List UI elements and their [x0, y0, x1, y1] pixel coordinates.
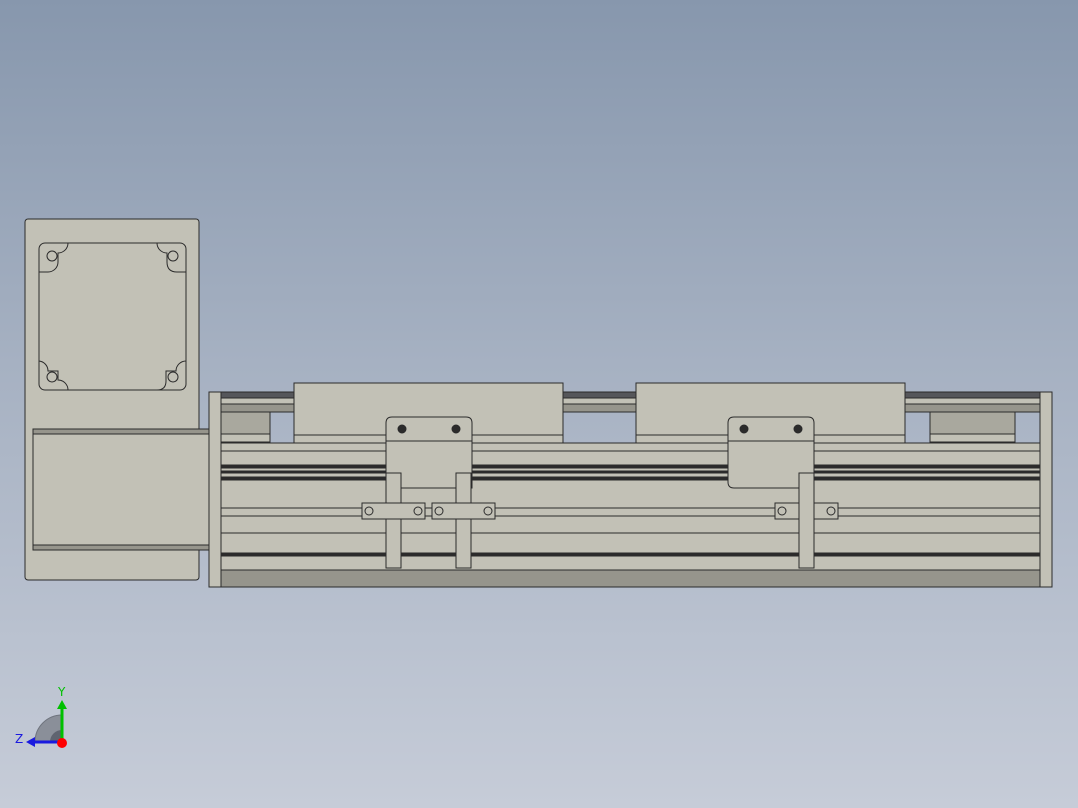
x-axis-dot — [57, 738, 67, 748]
sensor-mount-1-hole-a — [364, 506, 374, 516]
stopper-left-shade — [220, 411, 271, 435]
motor-assembly[interactable] — [24, 218, 212, 581]
model-drawing[interactable] — [0, 0, 1078, 808]
bracket-right-screw-2 — [793, 424, 803, 434]
motor-bolt-hole-bottom-right — [167, 371, 179, 383]
profile-base — [220, 569, 1041, 588]
cad-viewport[interactable]: Y Z — [0, 0, 1078, 808]
bracket-left-screw-2 — [451, 424, 461, 434]
post-2 — [455, 472, 472, 569]
post-3-front — [798, 472, 815, 569]
z-axis-label: Z — [15, 732, 23, 746]
right-end-cap — [1039, 391, 1053, 588]
sensor-mount-3-hole-b — [826, 506, 836, 516]
y-axis-arrow — [57, 700, 67, 709]
motor-face — [38, 242, 187, 391]
profile-groove-3 — [220, 476, 1041, 481]
bracket-left-screw-1 — [397, 424, 407, 434]
motor-bolt-hole-top-right — [167, 250, 179, 262]
coupling-housing-bottom-edge — [32, 544, 212, 551]
actuator-body[interactable] — [208, 382, 1053, 588]
post-1 — [385, 472, 402, 569]
profile-groove-4 — [220, 552, 1041, 557]
coupling-housing-top-edge — [32, 428, 212, 435]
coupling-housing[interactable] — [32, 428, 212, 551]
motor-bolt-hole-bottom-left — [46, 371, 58, 383]
profile-groove-2 — [220, 470, 1041, 474]
z-axis-arrow — [26, 737, 35, 747]
sensor-mount-1-hole-b — [413, 506, 423, 516]
sensor-mount-3-hole-a — [777, 506, 787, 516]
y-axis-label: Y — [57, 685, 66, 699]
left-end-cap — [208, 391, 222, 588]
sensor-mount-2-hole-b — [483, 506, 493, 516]
sensor-mount-2-hole-a — [434, 506, 444, 516]
bracket-right-screw-1 — [739, 424, 749, 434]
axis-triad: Y Z — [15, 685, 67, 748]
profile-groove-1 — [220, 464, 1041, 469]
stopper-right-shade — [929, 411, 1016, 435]
motor-bolt-hole-top-left — [46, 250, 58, 262]
